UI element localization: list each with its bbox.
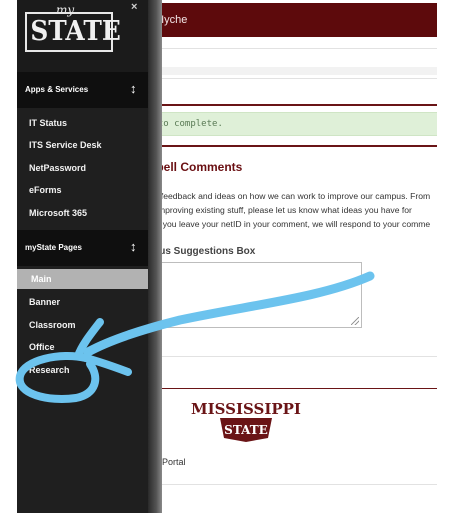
logo-frame: STATE xyxy=(25,12,121,52)
section-rule xyxy=(150,145,437,147)
sidebar-item-classroom[interactable]: Classroom xyxy=(29,320,76,330)
expand-collapse-icon[interactable]: ↕ xyxy=(130,81,137,96)
sidebar-item-microsoft-365[interactable]: Microsoft 365 xyxy=(29,208,87,218)
comments-description: our feedback and ideas on how we can wor… xyxy=(146,189,438,231)
status-notice: s to complete. xyxy=(147,112,437,136)
divider xyxy=(150,78,437,79)
divider xyxy=(150,48,437,49)
close-icon[interactable]: × xyxy=(131,1,137,13)
mississippi-state-logo: MISSISSIPPI STATE xyxy=(191,400,301,442)
suggestions-textarea[interactable] xyxy=(150,262,362,328)
suggestions-box-label: nous Suggestions Box xyxy=(147,246,256,257)
sidebar-item-office[interactable]: Office xyxy=(29,342,55,352)
sidebar-item-it-status[interactable]: IT Status xyxy=(29,118,67,128)
section-rule xyxy=(150,388,437,389)
sidebar-item-eforms[interactable]: eForms xyxy=(29,185,62,195)
sidebar-shadow xyxy=(148,0,162,513)
top-header-bar: e Hyche xyxy=(147,3,437,37)
section-rule xyxy=(150,104,437,106)
section-label: Apps & Services xyxy=(25,85,89,94)
sidebar-item-main[interactable]: Main xyxy=(17,269,148,289)
apps-services-section[interactable]: Apps & Services ↕ xyxy=(17,72,148,108)
sidebar-menu: my STATE × Apps & Services ↕ IT Status I… xyxy=(17,0,162,513)
sidebar-item-research[interactable]: Research xyxy=(29,365,70,375)
mystate-logo[interactable]: my STATE xyxy=(17,0,148,72)
sidebar-item-banner[interactable]: Banner xyxy=(29,297,60,307)
sidebar-item-label: Main xyxy=(31,274,52,284)
logo-bottom-text: STATE xyxy=(224,423,268,437)
subnav-band xyxy=(150,67,437,75)
sidebar-item-its-service-desk[interactable]: ITS Service Desk xyxy=(29,140,102,150)
sidebar-item-netpassword[interactable]: NetPassword xyxy=(29,163,86,173)
comments-line: e! If you leave your netID in your comme… xyxy=(146,219,431,229)
section-label: myState Pages xyxy=(25,243,82,252)
comments-line: our feedback and ideas on how we can wor… xyxy=(146,191,431,201)
resize-grip-icon[interactable] xyxy=(351,317,359,325)
logo-state-text: STATE xyxy=(30,16,121,47)
divider xyxy=(150,484,437,485)
mystate-pages-section[interactable]: myState Pages ↕ xyxy=(17,230,148,266)
comments-line: or improving existing stuff, please let … xyxy=(146,205,412,215)
divider xyxy=(150,356,437,357)
logo-top-text: MISSISSIPPI xyxy=(191,400,301,418)
expand-collapse-icon[interactable]: ↕ xyxy=(130,239,137,254)
